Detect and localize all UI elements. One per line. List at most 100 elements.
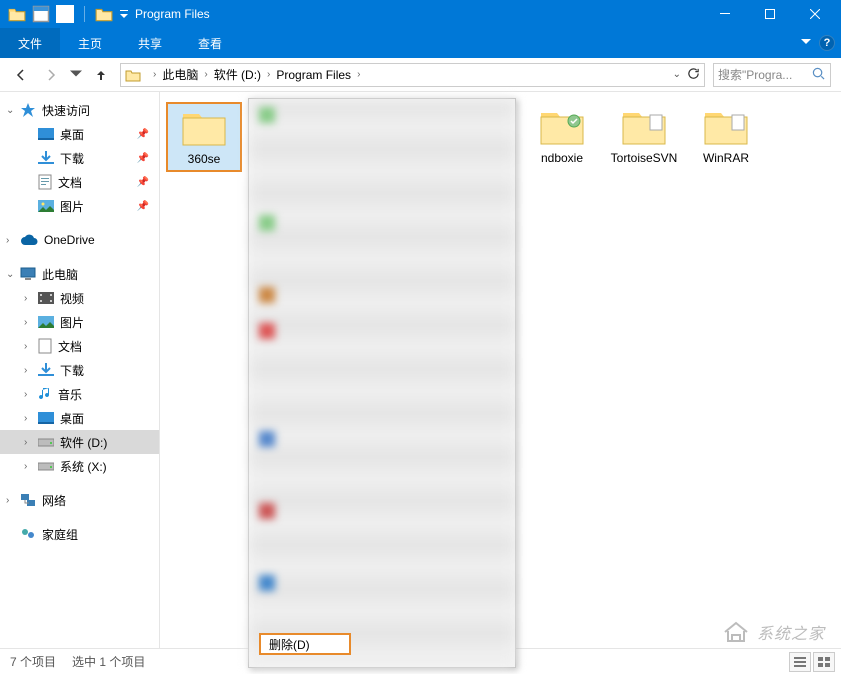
star-icon	[20, 102, 36, 118]
chevron-right-icon[interactable]: ›	[153, 69, 156, 80]
sidebar-item-documents[interactable]: 文档 📌	[0, 170, 159, 194]
chevron-right-icon[interactable]: ›	[24, 413, 27, 424]
sidebar: ⌄ 快速访问 桌面 📌 下载 📌 文档 📌 图片 📌 › One	[0, 92, 160, 648]
recent-dropdown-icon[interactable]	[70, 64, 82, 86]
sidebar-network[interactable]: › 网络	[0, 488, 159, 512]
icons-view-button[interactable]	[813, 652, 835, 672]
picture-icon	[38, 316, 54, 328]
address-dropdown-icon[interactable]: ⌄	[673, 69, 681, 80]
sidebar-item-label: 下载	[60, 150, 84, 167]
sidebar-item-downloads[interactable]: 下载 📌	[0, 146, 159, 170]
chevron-right-icon[interactable]: ›	[24, 341, 27, 352]
chevron-down-icon[interactable]: ⌄	[6, 269, 14, 280]
folder-sandboxie[interactable]: ndboxie	[524, 102, 600, 172]
sidebar-item-documents-pc[interactable]: › 文档	[0, 334, 159, 358]
context-menu-delete[interactable]: 删除(D)	[259, 633, 351, 655]
checkbox-icon[interactable]	[56, 5, 74, 23]
forward-button[interactable]	[40, 64, 62, 86]
sidebar-item-pictures-pc[interactable]: › 图片	[0, 310, 159, 334]
sidebar-item-label: 网络	[42, 492, 66, 509]
folder-icon	[538, 107, 586, 147]
quick-access-toolbar	[4, 5, 129, 23]
monitor-icon	[20, 267, 36, 281]
folder-winrar[interactable]: WinRAR	[688, 102, 764, 172]
document-icon	[38, 338, 52, 354]
back-button[interactable]	[10, 64, 32, 86]
navbar: › 此电脑 › 软件 (D:) › Program Files › ⌄ 搜索"P…	[0, 58, 841, 92]
folder-label: 360se	[188, 152, 221, 166]
status-item-count: 7 个项目	[10, 653, 56, 670]
sidebar-this-pc[interactable]: ⌄ 此电脑	[0, 262, 159, 286]
sidebar-item-label: 文档	[58, 338, 82, 355]
pin-icon: 📌	[137, 153, 149, 164]
qat-dropdown-icon[interactable]	[119, 5, 129, 23]
pin-icon: 📌	[137, 177, 149, 188]
chevron-right-icon[interactable]: ›	[24, 437, 27, 448]
download-icon	[38, 151, 54, 165]
chevron-right-icon[interactable]: ›	[6, 235, 9, 246]
folder-tortoisesvn[interactable]: TortoiseSVN	[606, 102, 682, 172]
chevron-right-icon[interactable]: ›	[24, 389, 27, 400]
up-button[interactable]	[90, 64, 112, 86]
chevron-right-icon[interactable]: ›	[24, 365, 27, 376]
chevron-right-icon[interactable]: ›	[204, 69, 207, 80]
tab-view[interactable]: 查看	[180, 28, 240, 58]
help-icon[interactable]: ?	[819, 35, 835, 51]
file-tab[interactable]: 文件	[0, 28, 60, 58]
sidebar-item-music[interactable]: › 音乐	[0, 382, 159, 406]
sidebar-quick-access[interactable]: ⌄ 快速访问	[0, 98, 159, 122]
sidebar-item-label: 图片	[60, 198, 84, 215]
properties-icon[interactable]	[32, 5, 50, 23]
sidebar-item-label: 图片	[60, 314, 84, 331]
folder-small-icon[interactable]	[95, 5, 113, 23]
sidebar-homegroup[interactable]: 家庭组	[0, 522, 159, 546]
sidebar-item-label: 家庭组	[42, 526, 78, 543]
sidebar-item-downloads-pc[interactable]: › 下载	[0, 358, 159, 382]
chevron-right-icon[interactable]: ›	[6, 495, 9, 506]
sidebar-item-desktop-pc[interactable]: › 桌面	[0, 406, 159, 430]
chevron-right-icon[interactable]: ›	[267, 69, 270, 80]
sidebar-item-label: 下载	[60, 362, 84, 379]
sidebar-item-videos[interactable]: › 视频	[0, 286, 159, 310]
address-bar[interactable]: › 此电脑 › 软件 (D:) › Program Files › ⌄	[120, 63, 705, 87]
chevron-right-icon[interactable]: ›	[24, 461, 27, 472]
refresh-icon[interactable]	[687, 67, 700, 83]
breadcrumb-drive[interactable]: 软件 (D:)	[214, 66, 261, 83]
pin-icon: 📌	[137, 201, 149, 212]
sidebar-item-label: 文档	[58, 174, 82, 191]
details-view-button[interactable]	[789, 652, 811, 672]
chevron-right-icon[interactable]: ›	[24, 293, 27, 304]
ribbon-collapse-icon[interactable]	[801, 36, 811, 50]
download-icon	[38, 363, 54, 377]
breadcrumb-folder[interactable]: Program Files	[276, 68, 351, 82]
folder-360se[interactable]: 360se	[166, 102, 242, 172]
context-menu[interactable]: 删除(D)	[248, 98, 516, 668]
tab-share[interactable]: 共享	[120, 28, 180, 58]
minimize-button[interactable]	[702, 0, 747, 28]
titlebar: Program Files	[0, 0, 841, 28]
desktop-icon	[38, 128, 54, 140]
document-icon	[38, 174, 52, 190]
sidebar-item-desktop[interactable]: 桌面 📌	[0, 122, 159, 146]
context-menu-item-label: 删除(D)	[269, 636, 310, 653]
maximize-button[interactable]	[747, 0, 792, 28]
context-menu-blurred-icons	[259, 107, 281, 659]
status-selection: 选中 1 个项目	[72, 653, 145, 670]
sidebar-item-drive-d[interactable]: › 软件 (D:)	[0, 430, 159, 454]
sidebar-item-label: 此电脑	[42, 266, 78, 283]
close-button[interactable]	[792, 0, 837, 28]
sidebar-onedrive[interactable]: › OneDrive	[0, 228, 159, 252]
music-icon	[38, 386, 52, 402]
chevron-right-icon[interactable]: ›	[357, 69, 360, 80]
chevron-right-icon[interactable]: ›	[24, 317, 27, 328]
cloud-icon	[20, 234, 38, 246]
search-input[interactable]: 搜索"Progra...	[713, 63, 831, 87]
chevron-down-icon[interactable]: ⌄	[6, 105, 14, 116]
search-icon[interactable]	[812, 67, 825, 83]
breadcrumb-this-pc[interactable]: 此电脑	[162, 66, 198, 83]
sidebar-item-pictures[interactable]: 图片 📌	[0, 194, 159, 218]
folder-icon	[125, 68, 141, 82]
tab-home[interactable]: 主页	[60, 28, 120, 58]
sidebar-item-drive-x[interactable]: › 系统 (X:)	[0, 454, 159, 478]
folder-label: TortoiseSVN	[611, 151, 678, 165]
